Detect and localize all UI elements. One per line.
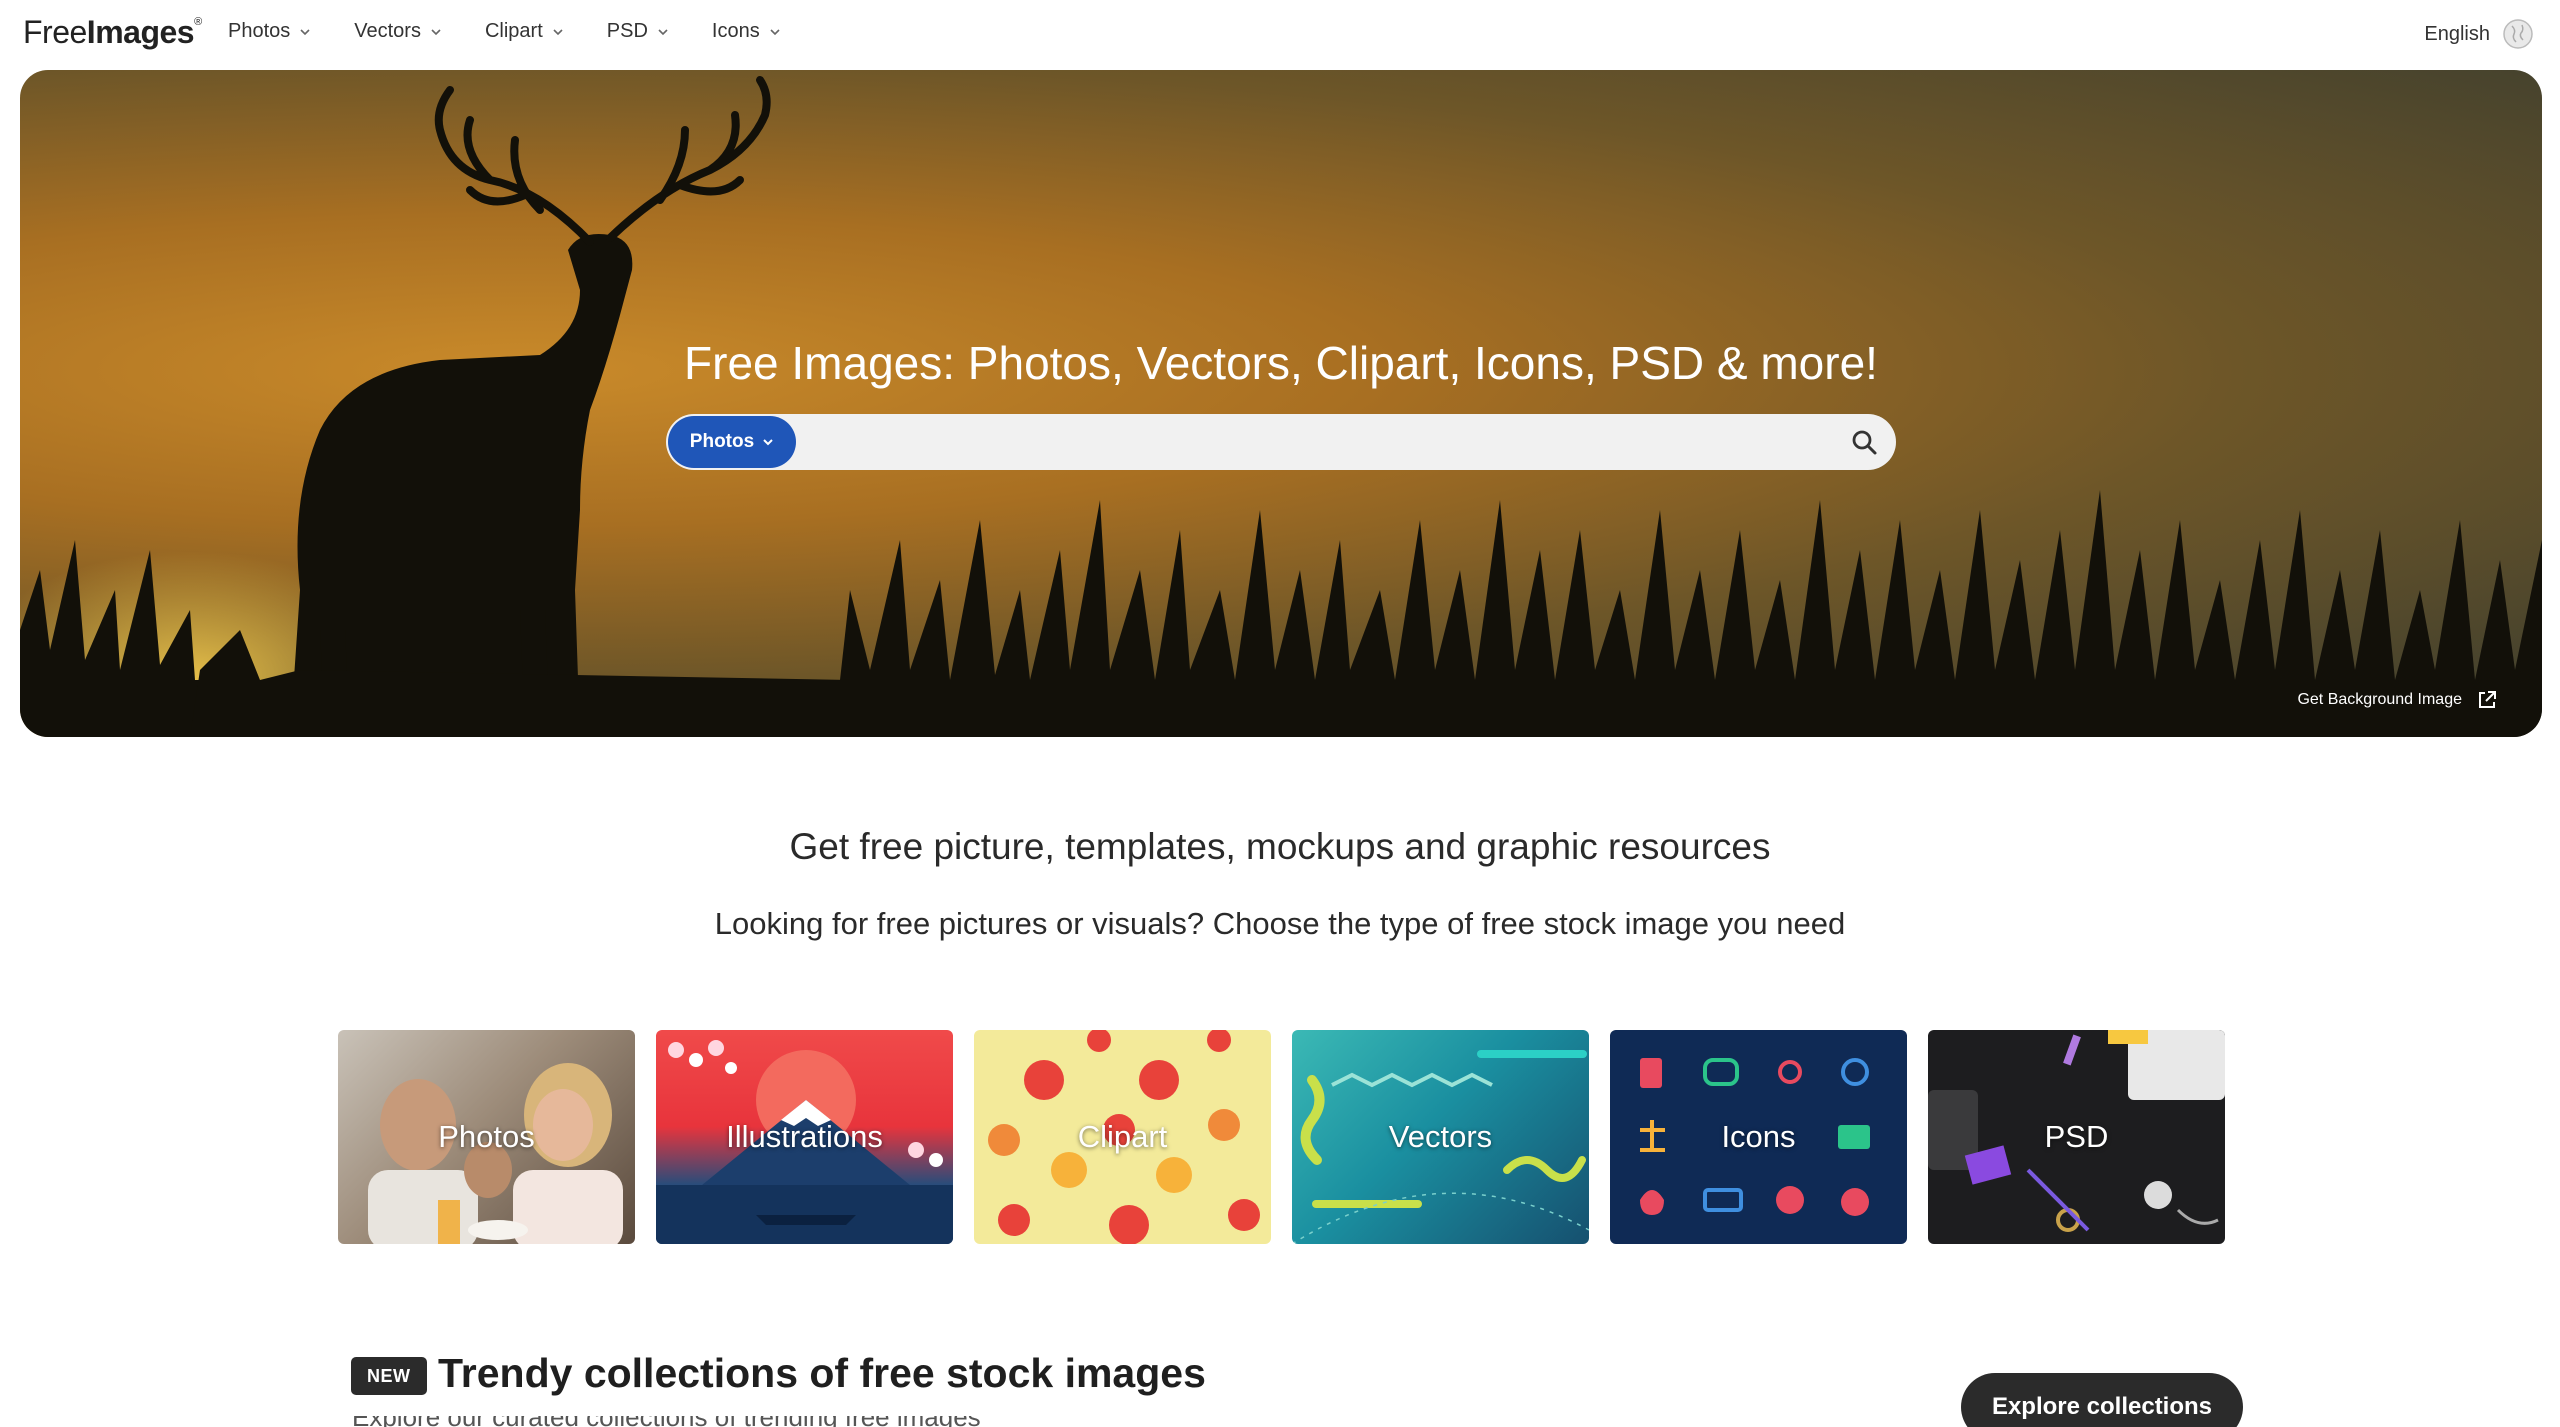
category-label-psd: PSD bbox=[2044, 1119, 2109, 1154]
search-type-dropdown[interactable]: Photos bbox=[668, 416, 796, 468]
deer-silhouette-image bbox=[20, 76, 2542, 737]
search-icon[interactable] bbox=[1850, 428, 1878, 456]
category-tile-vectors[interactable]: Vectors bbox=[1292, 1030, 1589, 1244]
freeimages-logo[interactable]: FreeImages® bbox=[23, 14, 202, 51]
get-background-image-link[interactable]: Get Background Image bbox=[2297, 689, 2498, 711]
nav-clipart-label: Clipart bbox=[484, 20, 543, 42]
category-tile-photos[interactable]: Photos bbox=[338, 1030, 635, 1244]
category-label-vectors: Vectors bbox=[1388, 1119, 1493, 1154]
globe-icon bbox=[2503, 19, 2533, 49]
hero-banner: Free Images: Photos, Vectors, Clipart, I… bbox=[20, 70, 2542, 737]
trendy-collections-subtitle: Explore our curated collections of trend… bbox=[352, 1416, 1052, 1427]
search-input[interactable] bbox=[802, 422, 1822, 462]
category-tile-icons[interactable]: Icons bbox=[1610, 1030, 1907, 1244]
nav-photos[interactable]: Photos bbox=[228, 20, 312, 43]
category-tiles: Photos Illustrations Clipart Vectors Ico… bbox=[338, 1030, 2225, 1244]
category-tile-illustrations[interactable]: Illustrations bbox=[656, 1030, 953, 1244]
intro-subtitle: Looking for free pictures or visuals? Ch… bbox=[714, 906, 1846, 941]
language-selector[interactable]: English bbox=[2424, 18, 2534, 50]
category-label-photos: Photos bbox=[438, 1119, 535, 1154]
category-label-icons: Icons bbox=[1721, 1119, 1796, 1154]
category-tile-psd[interactable]: PSD bbox=[1928, 1030, 2225, 1244]
chevron-down-icon bbox=[658, 28, 668, 35]
nav-photos-label: Photos bbox=[228, 20, 291, 42]
category-label-clipart: Clipart bbox=[1077, 1119, 1168, 1154]
nav-psd-label: PSD bbox=[606, 20, 648, 42]
chevron-down-icon bbox=[431, 28, 441, 35]
search-type-label: Photos bbox=[689, 431, 755, 452]
get-background-image-label: Get Background Image bbox=[2297, 691, 2462, 708]
hero-title: Free Images: Photos, Vectors, Clipart, I… bbox=[684, 337, 1878, 389]
explore-collections-button[interactable]: Explore collections bbox=[1961, 1373, 2243, 1427]
nav-vectors-label: Vectors bbox=[354, 20, 421, 42]
nav-icons-label: Icons bbox=[711, 20, 760, 42]
trendy-collections-title: Trendy collections of free stock images bbox=[438, 1350, 1206, 1396]
category-tile-clipart[interactable]: Clipart bbox=[974, 1030, 1271, 1244]
search-bar: Photos bbox=[666, 414, 1896, 470]
nav-clipart[interactable]: Clipart bbox=[485, 20, 565, 43]
category-label-illustrations: Illustrations bbox=[726, 1119, 883, 1154]
trendy-collections-subtitle-wrapper: Explore our curated collections of trend… bbox=[352, 1416, 1052, 1427]
intro-title: Get free picture, templates, mockups and… bbox=[789, 826, 1771, 867]
chevron-down-icon bbox=[770, 28, 780, 35]
new-badge: NEW bbox=[351, 1357, 427, 1395]
main-nav: Photos Vectors Clipart PSD Icons bbox=[228, 20, 824, 43]
chevron-down-icon bbox=[300, 28, 310, 35]
top-navigation-bar: FreeImages® Photos Vectors Clipart PSD I… bbox=[0, 0, 2560, 70]
external-link-icon bbox=[2479, 691, 2496, 708]
chevron-down-icon bbox=[553, 28, 563, 35]
nav-psd[interactable]: PSD bbox=[607, 20, 670, 43]
nav-vectors[interactable]: Vectors bbox=[354, 20, 443, 43]
nav-icons[interactable]: Icons bbox=[712, 20, 782, 43]
chevron-down-icon bbox=[763, 439, 773, 446]
language-label: English bbox=[2424, 22, 2490, 45]
